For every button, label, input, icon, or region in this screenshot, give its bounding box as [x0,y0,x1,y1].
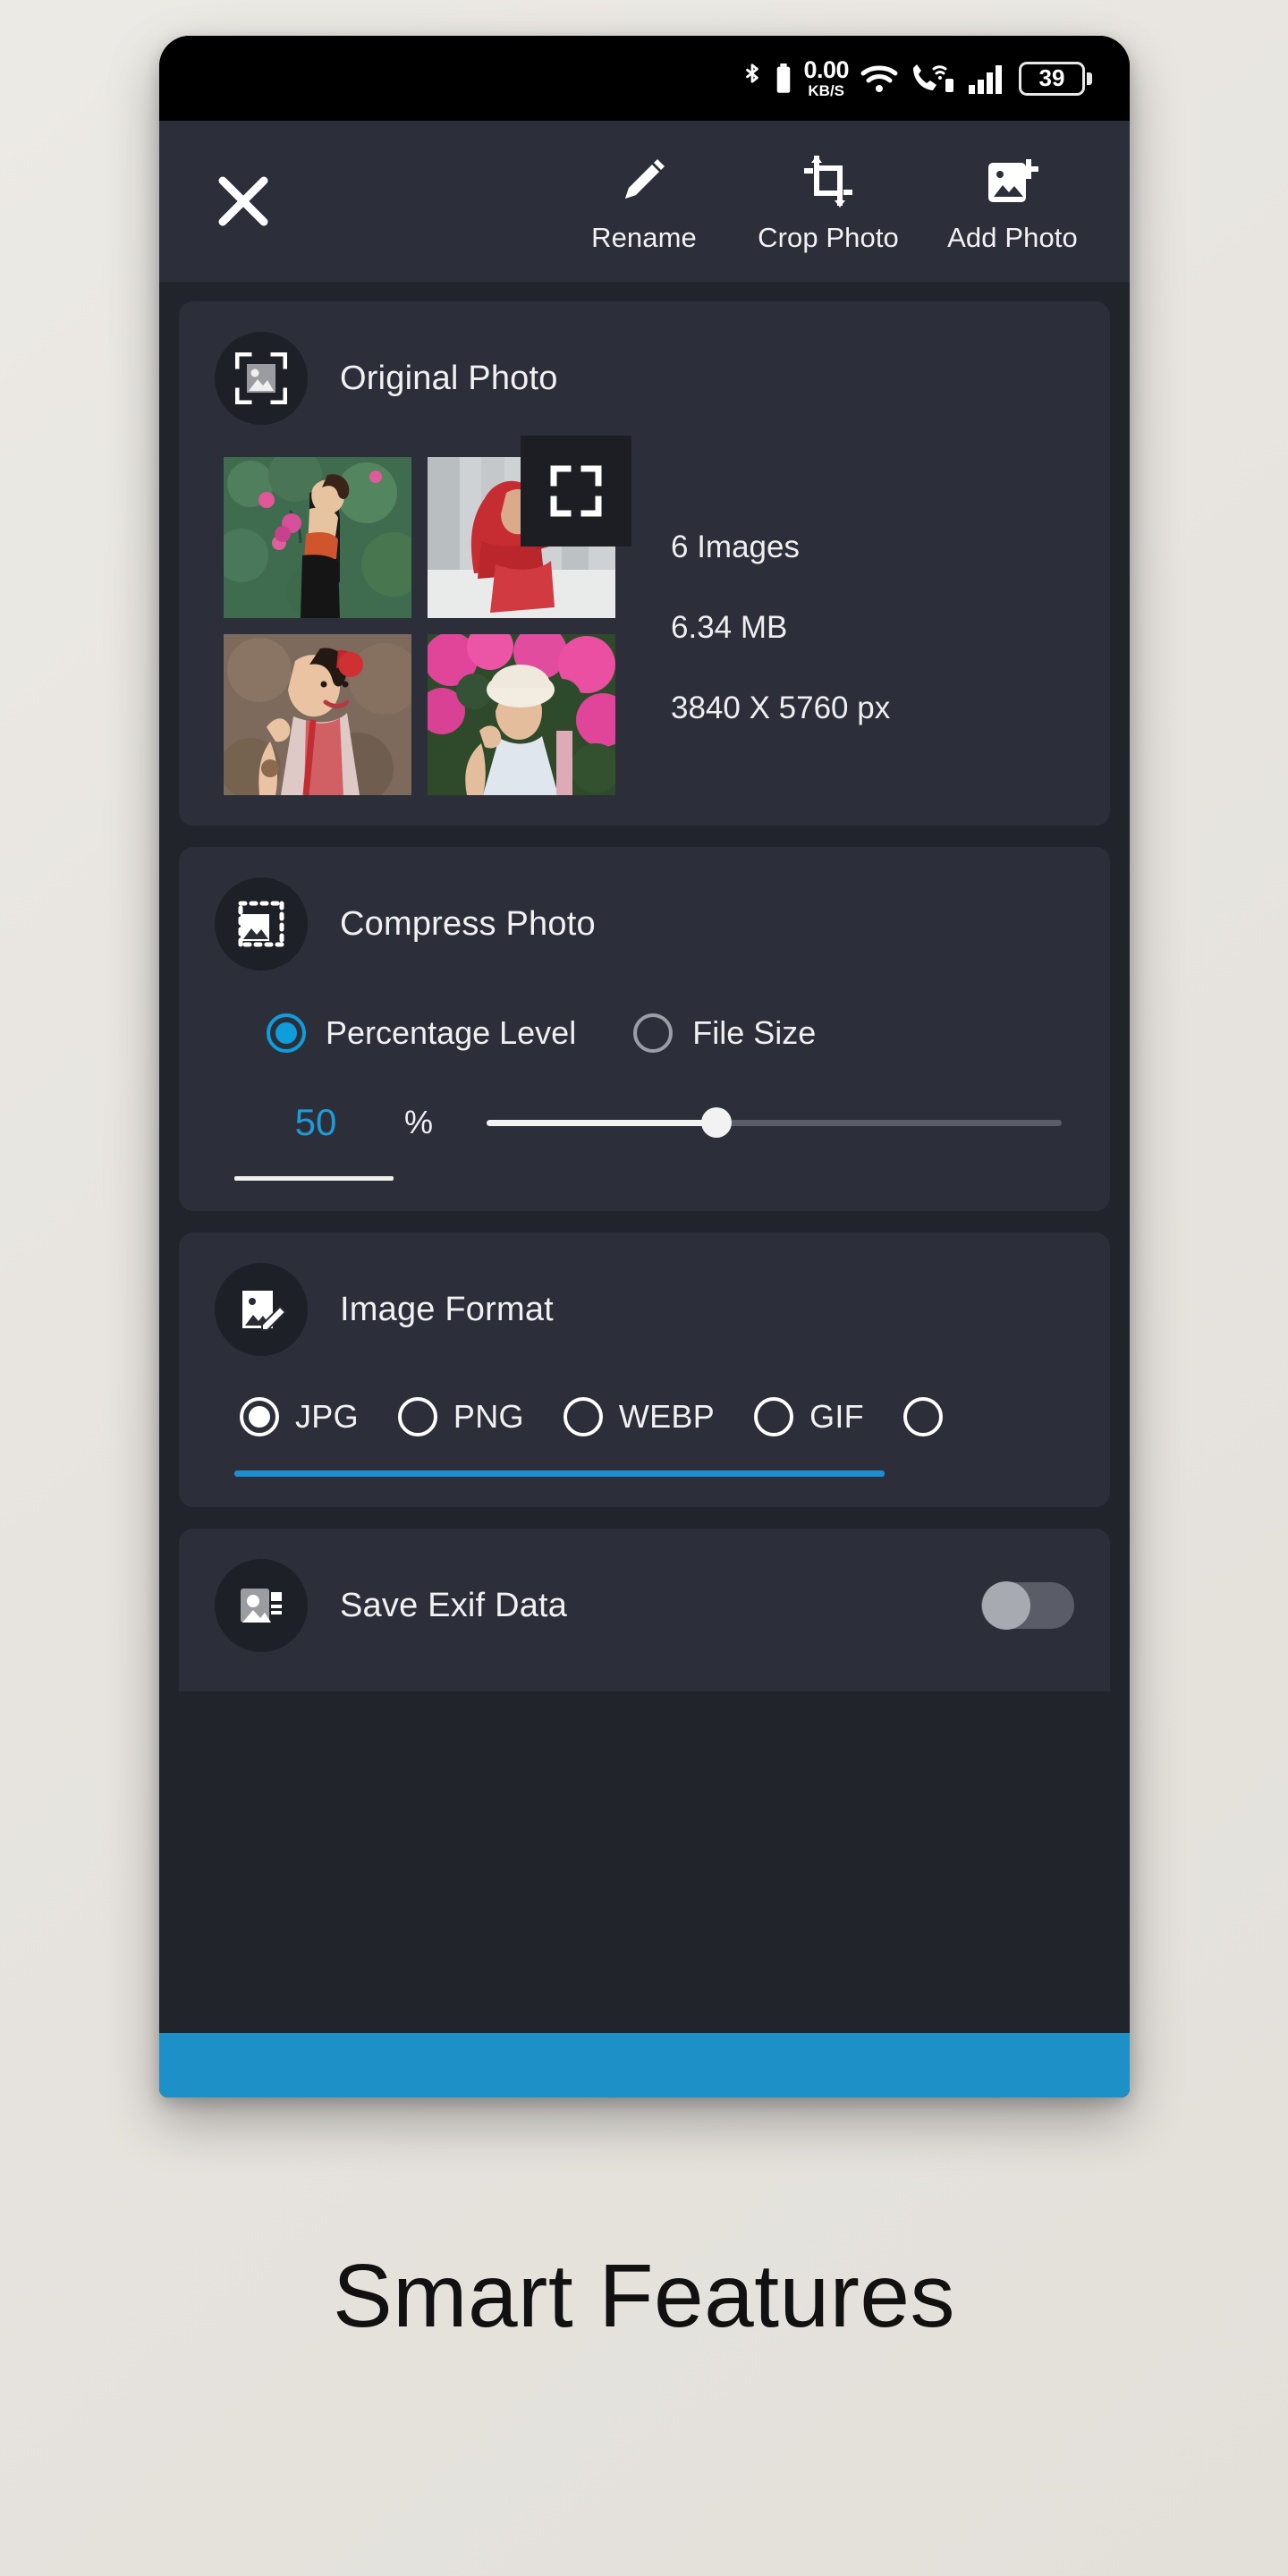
thumbnail-woman-in-lotus-pond[interactable] [224,457,411,618]
compress-value-underline [234,1176,394,1181]
format-option-overflow[interactable] [902,1397,943,1436]
compress-mode-radio-group: Percentage Level File Size [215,1013,1074,1053]
radio-jpg[interactable] [240,1397,279,1436]
content-area: Original Photo 6 Images 6.34 MB 3840 X 5… [159,282,1130,2097]
compress-photo-card: Compress Photo Percentage Level File Siz… [179,847,1110,1211]
top-toolbar: Rename Crop Photo Add Photo [159,121,1130,282]
image-format-radio-group: JPG PNG WEBP GIF [215,1397,1074,1436]
original-photo-body: 6 Images 6.34 MB 3840 X 5760 px [215,436,1074,795]
battery-percent-indicator: 39 [1019,61,1092,96]
framed-image-icon [215,332,308,425]
expand-fullscreen-icon[interactable] [521,436,631,547]
radio-percentage-level-label: Percentage Level [326,1014,577,1051]
compress-unit-label: % [403,1104,433,1140]
thumbnail-woman-with-hat-pink-flowers[interactable] [428,634,615,795]
save-exif-title: Save Exif Data [340,1586,568,1624]
format-png-label: PNG [453,1398,524,1435]
thumbnail-woman-smiling-red-ao-dai[interactable] [224,634,411,795]
radio-percentage-level[interactable] [267,1013,306,1053]
original-photo-header: Original Photo [215,332,1074,425]
status-bar: 0.00 KB/S 39 [159,36,1130,121]
radio-file-size[interactable] [633,1013,674,1053]
stat-image-count: 6 Images [671,530,800,564]
format-option-png[interactable]: PNG [397,1397,524,1436]
compress-photo-title: Compress Photo [340,904,596,943]
slider-knob[interactable] [701,1107,733,1138]
original-photo-title: Original Photo [340,359,558,397]
image-format-header: Image Format [215,1263,1074,1356]
format-webp-label: WEBP [618,1398,716,1435]
format-option-jpg[interactable]: JPG [240,1397,359,1436]
bottom-action-bar[interactable] [159,2033,1130,2097]
format-jpg-label: JPG [295,1398,359,1435]
compress-photo-header: Compress Photo [215,877,1074,970]
stage: 0.00 KB/S 39 Rename Crop Photo Add Photo… [0,0,1288,2576]
wifi-icon [860,64,898,94]
compress-mode-file-size[interactable]: File Size [633,1013,816,1053]
stat-dimensions: 3840 X 5760 px [671,691,891,725]
battery-small-icon [775,63,792,94]
radio-overflow[interactable] [902,1397,943,1436]
caption-smart-features: Smart Features [332,2246,956,2346]
format-option-gif[interactable]: GIF [754,1397,864,1436]
radio-png[interactable] [397,1397,437,1436]
image-format-title: Image Format [340,1290,554,1328]
crop-icon [802,154,854,209]
compress-mode-percentage-level[interactable]: Percentage Level [267,1013,576,1053]
image-format-card: Image Format JPG PNG WEBP GIF [179,1233,1110,1507]
signal-bars-icon [968,64,1007,94]
exif-contact-image-icon [215,1559,308,1652]
compress-value-row: 50 % [215,1101,1074,1144]
compress-image-icon [215,877,308,970]
radio-gif[interactable] [754,1397,794,1436]
save-exif-card: Save Exif Data [179,1529,1110,1691]
edit-image-icon [215,1263,308,1356]
rename-button[interactable]: Rename [552,148,736,254]
compress-slider[interactable] [487,1105,1062,1140]
network-speed-unit: KB/S [808,82,845,99]
original-photo-stats: 6 Images 6.34 MB 3840 X 5760 px [671,457,890,795]
crop-photo-label: Crop Photo [758,222,899,253]
vowifi-call-icon [910,63,956,95]
network-speed: 0.00 KB/S [803,56,849,99]
radio-webp[interactable] [563,1397,603,1436]
rename-label: Rename [591,222,697,253]
add-photo-icon [985,154,1040,209]
add-photo-label: Add Photo [947,222,1078,253]
network-speed-value: 0.00 [803,56,849,83]
stat-file-size: 6.34 MB [671,610,788,645]
radio-file-size-label: File Size [692,1014,817,1051]
format-gif-label: GIF [809,1398,864,1435]
compress-value-input[interactable]: 50 [254,1101,377,1144]
slider-track-fill [487,1119,717,1126]
image-format-underline [234,1470,885,1477]
battery-percent-label: 39 [1038,64,1065,91]
crop-photo-button[interactable]: Crop Photo [736,148,920,254]
pencil-icon [618,154,670,209]
original-photo-card: Original Photo 6 Images 6.34 MB 3840 X 5… [179,301,1110,826]
thumbnail-grid [224,436,631,795]
bluetooth-icon [741,61,764,97]
add-photo-button[interactable]: Add Photo [920,148,1105,254]
save-exif-toggle[interactable] [981,1581,1074,1630]
close-button[interactable] [200,158,286,244]
format-option-webp[interactable]: WEBP [563,1397,716,1436]
phone-frame: 0.00 KB/S 39 Rename Crop Photo Add Photo… [159,36,1130,2097]
